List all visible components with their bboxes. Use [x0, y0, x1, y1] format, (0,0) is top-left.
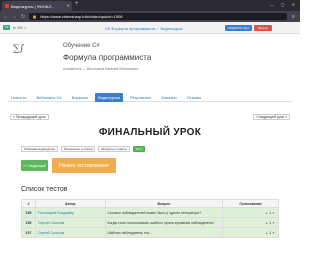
- col-number: #: [21, 199, 36, 208]
- prev-lesson-button[interactable]: « Предыдущий урок: [10, 114, 49, 120]
- test-id: 196: [21, 217, 36, 228]
- start-test-button[interactable]: Начать тестирование: [52, 158, 116, 173]
- col-author: Автор: [34, 199, 106, 208]
- lesson-qa-button[interactable]: Вопросы и ответы: [98, 146, 130, 152]
- lesson-tools: Описание видеоурока Пользатель и статьи …: [21, 146, 148, 152]
- browser-tab[interactable]: Видеокурсы | ФИНАЛ... ✕: [2, 1, 72, 11]
- test-id: 195: [21, 207, 36, 218]
- tab-news[interactable]: Новости: [8, 93, 29, 102]
- test-votes: ▲1 ▼: [222, 217, 279, 228]
- site-favicon-icon: [5, 4, 9, 8]
- tab-workshop[interactable]: Воркшоп: [69, 93, 91, 102]
- vote-count: 1: [269, 220, 272, 225]
- course-title: Формула программиста: [63, 53, 152, 62]
- breadcrumb: C# Формула программиста / Видеокурсы: [105, 26, 184, 31]
- back-icon[interactable]: ←: [3, 14, 8, 20]
- test-question[interactable]: Шаблон наблюдатель это...: [104, 227, 224, 238]
- test-author[interactable]: Пономарев Владимир: [34, 207, 106, 218]
- lock-icon: 🔒: [32, 14, 38, 19]
- tab-reviews[interactable]: Отзывы: [184, 93, 205, 102]
- forward-icon[interactable]: →: [12, 14, 17, 20]
- next-button[interactable]: » Следующий: [21, 160, 48, 171]
- course-subtitle: Обучение C#: [63, 43, 100, 49]
- table-row: 197 Сергей Сальник Шаблон наблюдатель эт…: [21, 227, 279, 238]
- tests-heading: Список тестов: [21, 186, 68, 193]
- test-author[interactable]: Сергей Сальник: [34, 217, 106, 228]
- close-tab-icon[interactable]: ✕: [67, 3, 70, 8]
- vote-count: 1: [269, 210, 272, 215]
- address-bar[interactable]: 🔒 https://www.videosharp.info/video/quiz…: [29, 13, 288, 20]
- test-id: 197: [21, 227, 36, 238]
- lesson-articles-button[interactable]: Пользатель и статьи: [60, 146, 96, 152]
- next-lesson-link[interactable]: Следующий урок »: [253, 114, 290, 120]
- thumb-up-icon[interactable]: ▲: [265, 221, 268, 225]
- gift-course-button[interactable]: ПОДАРОК Курс: [225, 25, 252, 31]
- test-question[interactable]: Когда стоит использовать шаблон проектир…: [104, 217, 224, 228]
- test-votes: ▲1 ▼: [222, 227, 279, 238]
- course-author: основатель — Волосатов Евгений Витальеви…: [63, 67, 139, 71]
- test-votes: ▲1 ▼: [222, 207, 279, 218]
- browser-tab-title: Видеокурсы | ФИНАЛ...: [11, 3, 55, 9]
- thumb-down-icon[interactable]: ▼: [272, 221, 275, 225]
- tab-videolessons[interactable]: Видеоуроки: [95, 93, 124, 102]
- thumb-up-icon[interactable]: ▲: [265, 211, 268, 215]
- new-tab-button[interactable]: +: [75, 1, 79, 7]
- tests-table: # Автор Вопрос Голосование 195 Пономарев…: [21, 199, 279, 238]
- formula-icon: ∑∫: [13, 44, 25, 54]
- thumb-down-icon[interactable]: ▼: [272, 211, 275, 215]
- tab-webinars[interactable]: Вебинары C#: [33, 93, 64, 102]
- tab-shop[interactable]: Магазин: [158, 93, 179, 102]
- thumb-up-icon[interactable]: ▲: [265, 231, 268, 235]
- browser-navbar: ← → ↻ 🔒 https://www.videosharp.info/vide…: [0, 11, 300, 22]
- thumb-down-icon[interactable]: ▼: [272, 231, 275, 235]
- lesson-title: ФИНАЛЬНЫЙ УРОК: [98, 127, 202, 138]
- window-controls[interactable]: — ▢ ✕: [270, 2, 298, 7]
- table-row: 195 Пономарев Владимир Сколько наблюдате…: [21, 207, 279, 218]
- site-logo-icon[interactable]: VS: [3, 25, 10, 30]
- url-text: https://www.videosharp.info/video/quiz/n…: [40, 14, 123, 19]
- test-author[interactable]: Сергей Сальник: [34, 227, 106, 238]
- reload-icon[interactable]: ↻: [21, 14, 25, 20]
- menu-icon[interactable]: ☰: [291, 14, 297, 19]
- vote-count: 1: [269, 230, 272, 235]
- test-question[interactable]: Сколько наблюдателей может быть у одного…: [104, 207, 224, 218]
- section-tabs: Новости Вебинары C# Воркшоп Видеоуроки Р…: [8, 93, 292, 102]
- tab-results[interactable]: Результаты: [127, 93, 154, 102]
- lesson-test-button[interactable]: Тест: [132, 146, 145, 152]
- lesson-description-button[interactable]: Описание видеоурока: [21, 146, 58, 152]
- user-counters: ✉ 400 ✓: [13, 26, 27, 30]
- breadcrumb-videocourses[interactable]: Видеокурсы: [161, 26, 184, 31]
- col-question: Вопрос: [104, 199, 224, 208]
- col-votes: Голосование: [222, 199, 279, 208]
- table-row: 196 Сергей Сальник Когда стоит использов…: [21, 217, 279, 228]
- breadcrumb-course[interactable]: C# Формула программиста: [105, 26, 155, 31]
- logout-button[interactable]: Выход: [254, 25, 272, 31]
